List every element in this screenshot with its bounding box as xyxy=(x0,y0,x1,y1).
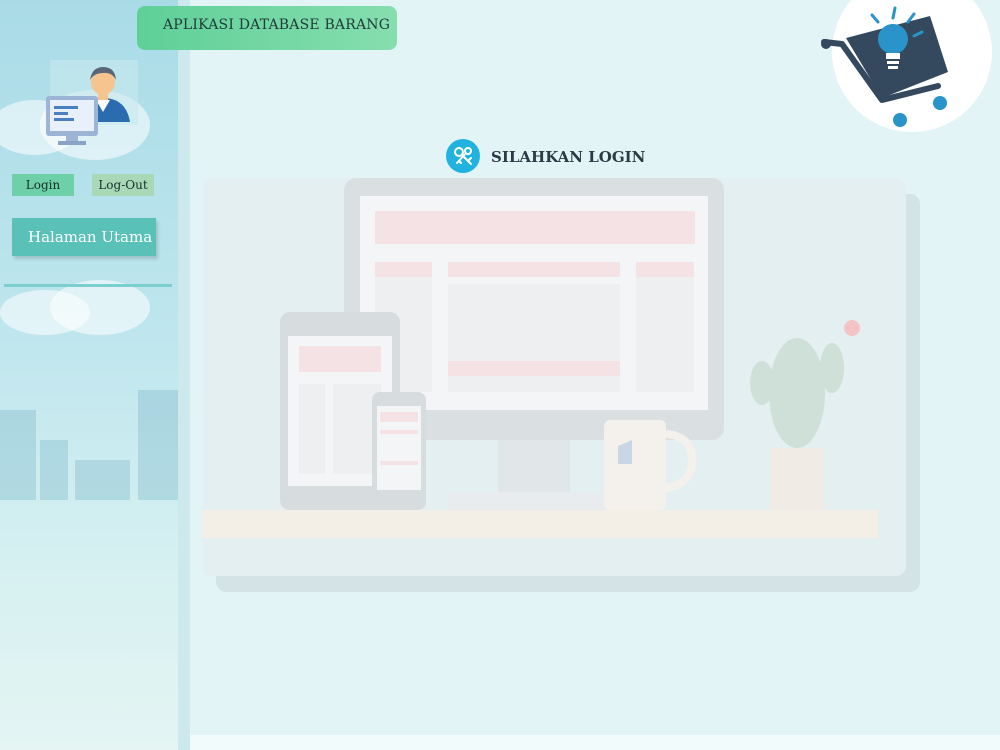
sidebar-edge xyxy=(178,0,190,750)
footer-strip xyxy=(190,735,1000,750)
logout-button[interactable]: Log-Out xyxy=(92,174,154,196)
city-building xyxy=(40,440,68,500)
sidebar-divider xyxy=(4,284,172,287)
city-building xyxy=(75,460,130,500)
sidebar-item-halaman-utama[interactable]: Halaman Utama xyxy=(12,218,156,256)
keys-icon xyxy=(446,139,480,173)
login-heading: SILAHKAN LOGIN xyxy=(491,148,646,166)
cloud-decoration xyxy=(50,280,150,335)
shopping-cart-lightbulb-icon xyxy=(820,0,1000,140)
city-building xyxy=(138,390,178,500)
app-title: APLIKASI DATABASE BARANG xyxy=(163,17,391,33)
app-title-bar: APLIKASI DATABASE BARANG xyxy=(137,6,397,50)
login-button[interactable]: Login xyxy=(12,174,74,196)
city-building xyxy=(0,410,36,500)
workspace-illustration xyxy=(54,178,922,594)
admin-computer-icon xyxy=(40,55,140,155)
